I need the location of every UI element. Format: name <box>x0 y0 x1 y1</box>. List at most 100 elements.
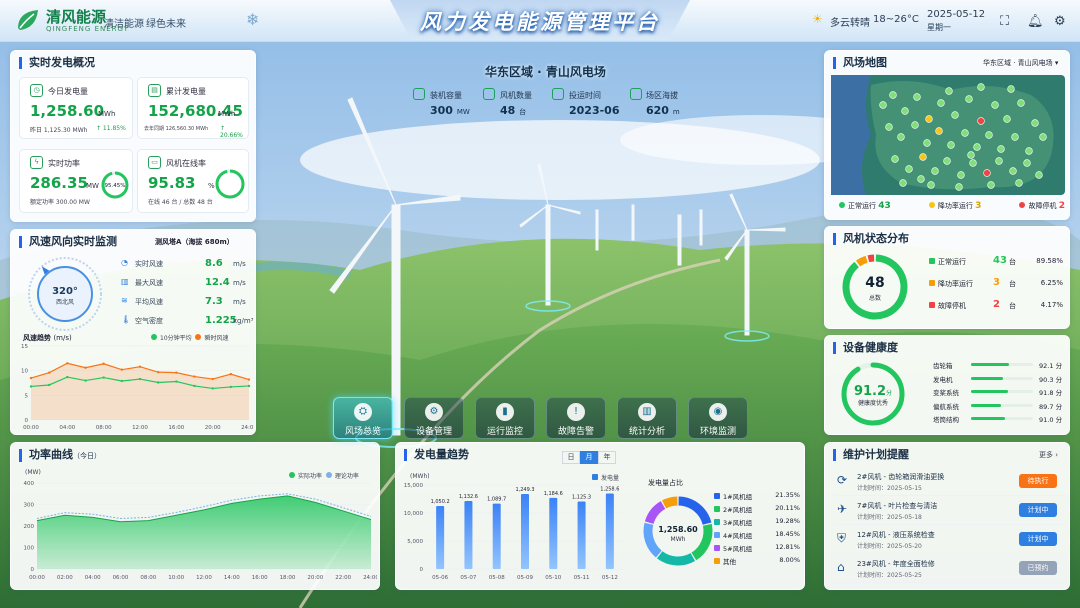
turbine-marker[interactable] <box>927 181 935 189</box>
turbine-marker[interactable] <box>899 179 907 187</box>
turbine-marker[interactable] <box>983 169 991 177</box>
turbine-marker[interactable] <box>885 123 893 131</box>
tab-day[interactable]: 日 <box>562 451 580 464</box>
maintenance-item[interactable]: ⛨ 12#风机 - 液压系统检查 计划时间：2025-05-20 计划中 <box>833 525 1065 554</box>
turbine-marker[interactable] <box>961 129 969 137</box>
turbine-marker[interactable] <box>1039 133 1047 141</box>
home-icon: ⌂ <box>837 560 845 574</box>
turbine-marker[interactable] <box>955 183 963 191</box>
turbine-marker[interactable] <box>917 175 925 183</box>
nav-label: 运行监控 <box>486 427 523 437</box>
wind-point <box>193 375 196 378</box>
x-tick-label: 00:00 <box>23 425 39 431</box>
maintenance-item[interactable]: ⟳ 2#风机 - 齿轮箱润滑油更换 计划时间：2025-05-15 待执行 <box>833 467 1065 496</box>
x-tick-label: 14:00 <box>224 575 240 581</box>
nav-equipment[interactable]: ⚙ 设备管理 <box>404 397 464 439</box>
turbine-marker[interactable] <box>991 101 999 109</box>
gear-icon[interactable]: ⚙ <box>1054 14 1066 29</box>
turbine-marker[interactable] <box>879 101 887 109</box>
status-badge[interactable]: 计划中 <box>1019 503 1057 517</box>
nav-overview[interactable]: ⛭ 风场总览 <box>333 397 393 439</box>
turbine-marker[interactable] <box>965 95 973 103</box>
turbine-marker[interactable] <box>923 139 931 147</box>
turbine-marker[interactable] <box>1017 99 1025 107</box>
turbine-marker[interactable] <box>897 133 905 141</box>
shield-icon: ⛨ <box>837 531 847 545</box>
card-value: 1,258.60 <box>30 102 105 120</box>
turbine-marker[interactable] <box>1023 159 1031 167</box>
y-tick-label: 5,000 <box>407 539 423 545</box>
refresh-icon: ⟳ <box>837 473 848 487</box>
status-badge[interactable]: 已预约 <box>1019 561 1057 575</box>
turbine-marker[interactable] <box>891 155 899 163</box>
nav-statistics[interactable]: ▥ 统计分析 <box>617 397 677 439</box>
turbine-marker[interactable] <box>1031 119 1039 127</box>
turbine-marker[interactable] <box>951 111 959 119</box>
turbine-marker[interactable] <box>995 157 1003 165</box>
region-select[interactable]: 华东区域 · 青山风电场 ▾ <box>983 58 1058 68</box>
more-link[interactable]: 更多 › <box>1039 450 1058 460</box>
status-row: 故障停机 2 台 4.17% <box>929 299 1063 323</box>
turbine-marker[interactable] <box>1035 171 1043 179</box>
status-badge[interactable]: 计划中 <box>1019 532 1057 546</box>
bell-icon[interactable]: 🔔︎ <box>1027 14 1044 29</box>
location-icon: ◉ <box>709 403 727 421</box>
turbine-marker[interactable] <box>905 165 913 173</box>
turbine-marker[interactable] <box>889 91 897 99</box>
turbine-marker[interactable] <box>957 171 965 179</box>
turbine-marker[interactable] <box>973 143 981 151</box>
turbine-marker[interactable] <box>977 83 985 91</box>
legend-pct: 19.28% <box>775 517 800 525</box>
turbine-marker[interactable] <box>937 99 945 107</box>
turbine-marker[interactable] <box>911 121 919 129</box>
turbine-marker[interactable] <box>919 153 927 161</box>
turbine-marker[interactable] <box>1025 147 1033 155</box>
status-badge[interactable]: 待执行 <box>1019 474 1057 488</box>
health-value: 90.3 <box>1039 375 1054 384</box>
turbine-marker[interactable] <box>931 167 939 175</box>
turbine-marker[interactable] <box>901 107 909 115</box>
legend-dot <box>714 493 720 499</box>
turbine-marker[interactable] <box>947 141 955 149</box>
tab-month[interactable]: 月 <box>580 451 598 464</box>
nav-environment[interactable]: ◉ 环境监测 <box>688 397 748 439</box>
turbine-marker[interactable] <box>1003 115 1011 123</box>
maintenance-title: 12#风机 - 液压系统检查 <box>857 531 935 539</box>
y-tick-label: 15 <box>21 344 28 350</box>
turbine-marker[interactable] <box>987 181 995 189</box>
turbine-marker[interactable] <box>1009 167 1017 175</box>
maintenance-title: 7#风机 - 叶片检查与清洁 <box>857 502 938 510</box>
turbine-marker[interactable] <box>985 131 993 139</box>
stat-unit: m <box>672 108 680 116</box>
nav-alarm[interactable]: ! 故障告警 <box>546 397 606 439</box>
nav-operation[interactable]: ▮ 运行监控 <box>475 397 535 439</box>
wind-point <box>84 366 87 369</box>
fullscreen-icon[interactable]: ⛶ <box>1000 14 1009 29</box>
turbine-marker[interactable] <box>913 93 921 101</box>
health-value: 89.7 <box>1039 402 1054 411</box>
status-count: 3 <box>993 277 1000 288</box>
panel-title: 风机状态分布 <box>833 233 909 245</box>
turbine-marker[interactable] <box>997 145 1005 153</box>
turbine-marker[interactable] <box>1011 133 1019 141</box>
tab-year[interactable]: 年 <box>598 451 616 464</box>
health-value: 92.1 <box>1039 362 1054 370</box>
turbine-marker[interactable] <box>967 151 975 159</box>
turbine-marker[interactable] <box>935 127 943 135</box>
turbine-marker[interactable] <box>925 115 933 123</box>
power-ring: 95.45% <box>101 171 129 199</box>
x-tick-label: 24:00 <box>241 425 253 431</box>
turbine-marker[interactable] <box>1015 179 1023 187</box>
turbine-marker[interactable] <box>1007 85 1015 93</box>
maintenance-item[interactable]: ⌂ 23#风机 - 年度全面检修 计划时间：2025-05-25 已预约 <box>833 554 1065 583</box>
turbine-marker[interactable] <box>945 87 953 95</box>
maintenance-item[interactable]: ✈ 7#风机 - 叶片检查与清洁 计划时间：2025-05-18 计划中 <box>833 496 1065 525</box>
y-tick-label: 300 <box>24 503 35 509</box>
generation-bar <box>549 497 558 569</box>
farm-map[interactable] <box>831 75 1065 195</box>
turbine-marker[interactable] <box>977 117 985 125</box>
chevron-down-icon: ▾ <box>1054 59 1059 67</box>
x-tick-label: 04:00 <box>59 425 75 431</box>
turbine-marker[interactable] <box>969 159 977 167</box>
turbine-marker[interactable] <box>943 157 951 165</box>
